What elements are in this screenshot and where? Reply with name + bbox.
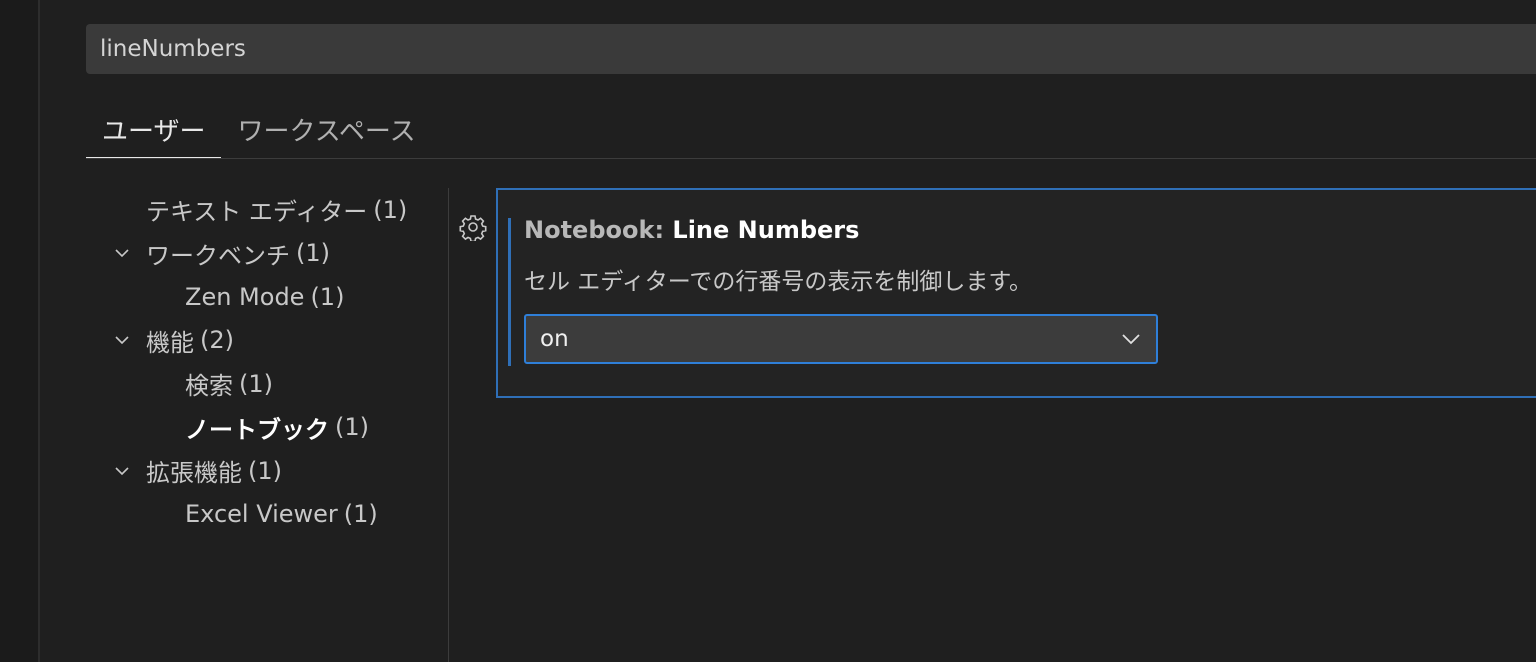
tab-user[interactable]: ユーザー: [86, 100, 222, 159]
toc-item-count: (1): [296, 239, 330, 268]
setting-title: Notebook: Line Numbers: [524, 216, 859, 244]
toc-item-label: 機能: [146, 328, 194, 357]
toc-item-count: (1): [239, 369, 273, 398]
line-numbers-select[interactable]: on: [524, 314, 1158, 364]
chevron-down-icon[interactable]: [112, 461, 132, 481]
settings-scope-tabs: ユーザー ワークスペース: [86, 100, 432, 159]
toc-item-label: Excel Viewer: [185, 500, 338, 529]
activity-bar: [0, 0, 40, 662]
setting-item-notebook-line-numbers: Notebook: Line Numbers セル エディターでの行番号の表示を…: [496, 188, 1536, 398]
toc-item-zen-mode[interactable]: Zen Mode (1): [100, 275, 448, 319]
tabs-divider: [86, 158, 1536, 159]
setting-description: セル エディターでの行番号の表示を制御します。: [524, 269, 1033, 295]
select-value: on: [540, 326, 569, 352]
toc-divider: [448, 188, 449, 662]
toc-item-search[interactable]: 検索 (1): [100, 362, 448, 406]
tab-workspace[interactable]: ワークスペース: [221, 100, 431, 158]
chevron-down-icon[interactable]: [112, 330, 132, 350]
toc-item-notebook[interactable]: ノートブック (1): [100, 406, 448, 450]
toc-item-count: (2): [200, 326, 234, 355]
modified-indicator-bar: [508, 218, 511, 366]
settings-search-input[interactable]: [100, 36, 1536, 62]
toc-item-workbench[interactable]: ワークベンチ (1): [100, 232, 448, 276]
toc-item-excel-viewer[interactable]: Excel Viewer (1): [100, 493, 448, 537]
toc-item-count: (1): [343, 500, 378, 529]
toc-item-features[interactable]: 機能 (2): [100, 319, 448, 363]
toc-item-count: (1): [373, 195, 408, 224]
settings-editor: ユーザー ワークスペース テキスト エディター (1) ワークベンチ (1) Z…: [0, 0, 1536, 662]
toc-item-count: (1): [248, 456, 282, 485]
toc-item-count: (1): [310, 282, 345, 311]
settings-search-box[interactable]: [86, 24, 1536, 74]
toc-item-label: ノートブック: [185, 415, 329, 444]
toc-item-label: ワークベンチ: [146, 241, 290, 270]
chevron-down-icon[interactable]: [112, 243, 132, 263]
gear-icon[interactable]: [459, 213, 487, 243]
toc-item-label: テキスト エディター: [146, 198, 368, 227]
toc-item-count: (1): [335, 413, 369, 442]
settings-toc: テキスト エディター (1) ワークベンチ (1) Zen Mode (1) 機…: [100, 188, 448, 536]
toc-item-label: Zen Mode: [185, 282, 305, 311]
toc-item-label: 検索: [185, 372, 233, 401]
toc-item-text-editor[interactable]: テキスト エディター (1): [100, 188, 448, 232]
toc-item-extensions[interactable]: 拡張機能 (1): [100, 449, 448, 493]
setting-name: Line Numbers: [672, 216, 860, 244]
toc-item-label: 拡張機能: [146, 459, 242, 488]
chevron-down-icon: [1120, 328, 1142, 350]
setting-category: Notebook:: [524, 216, 673, 244]
